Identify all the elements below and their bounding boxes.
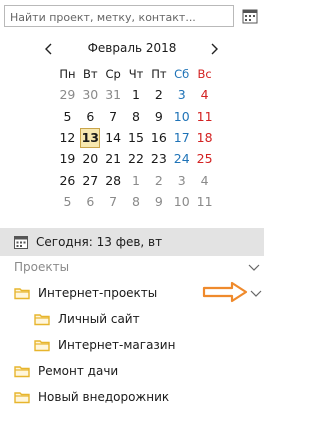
projects-section-header[interactable]: Проекты bbox=[0, 258, 264, 278]
day-cell[interactable]: 22 bbox=[125, 151, 148, 166]
day-cell[interactable]: 7 bbox=[102, 194, 125, 209]
day-cell[interactable]: 30 bbox=[79, 87, 102, 102]
day-cell[interactable]: 10 bbox=[170, 194, 193, 209]
next-month-button[interactable] bbox=[207, 40, 221, 58]
day-cell[interactable]: 3 bbox=[170, 173, 193, 188]
folder-icon bbox=[34, 340, 50, 352]
day-cell[interactable]: 11 bbox=[193, 109, 216, 124]
week-row: 12 13 14 15 16 17 18 bbox=[56, 127, 216, 148]
weekday-header: Пн Вт Ср Чт Пт Сб Вс bbox=[56, 63, 216, 84]
day-cell[interactable]: 4 bbox=[193, 173, 216, 188]
calendar-grid: Пн Вт Ср Чт Пт Сб Вс 29 30 31 1 2 3 4 5 6 7 8 9 10 11… bbox=[56, 63, 216, 212]
chevron-right-icon bbox=[211, 43, 218, 55]
day-cell[interactable]: 2 bbox=[147, 173, 170, 188]
folder-icon bbox=[14, 392, 30, 404]
weekday-label: Вт bbox=[82, 66, 98, 81]
day-cell[interactable]: 5 bbox=[56, 194, 79, 209]
search-input[interactable] bbox=[5, 7, 233, 28]
project-item[interactable]: Интернет-проекты bbox=[14, 282, 157, 304]
day-cell[interactable]: 24 bbox=[170, 151, 193, 166]
weekday-label: Пт bbox=[151, 66, 167, 81]
weekday-label: Чт bbox=[128, 66, 144, 81]
day-cell[interactable]: 13 bbox=[79, 127, 102, 148]
week-row: 29 30 31 1 2 3 4 bbox=[56, 84, 216, 105]
day-cell[interactable]: 10 bbox=[170, 109, 193, 124]
day-cell[interactable]: 8 bbox=[125, 109, 148, 124]
project-label: Интернет-проекты bbox=[38, 286, 158, 300]
folder-icon bbox=[14, 366, 30, 378]
day-cell[interactable]: 9 bbox=[147, 109, 170, 124]
weekday-label: Сб bbox=[174, 66, 190, 81]
previous-month-button[interactable] bbox=[42, 40, 56, 58]
day-cell[interactable]: 20 bbox=[79, 151, 102, 166]
project-item[interactable]: Ремонт дачи bbox=[14, 360, 118, 382]
day-cell[interactable]: 2 bbox=[147, 87, 170, 102]
day-cell[interactable]: 14 bbox=[102, 130, 125, 145]
day-cell[interactable]: 16 bbox=[147, 130, 170, 145]
day-cell[interactable]: 26 bbox=[56, 173, 79, 188]
day-cell[interactable]: 7 bbox=[102, 109, 125, 124]
day-cell[interactable]: 15 bbox=[125, 130, 148, 145]
folder-icon bbox=[14, 288, 30, 300]
day-cell[interactable]: 5 bbox=[56, 109, 79, 124]
week-row: 5 6 7 8 9 10 11 bbox=[56, 106, 216, 127]
section-label: Проекты bbox=[14, 260, 70, 274]
chevron-left-icon bbox=[45, 43, 52, 55]
day-cell[interactable]: 6 bbox=[79, 109, 102, 124]
day-cell[interactable]: 4 bbox=[193, 87, 216, 102]
day-cell[interactable]: 12 bbox=[56, 130, 79, 145]
week-row: 5 6 7 8 9 10 11 bbox=[56, 191, 216, 212]
day-cell[interactable]: 1 bbox=[125, 173, 148, 188]
weekday-label: Вс bbox=[197, 66, 212, 81]
day-cell[interactable]: 21 bbox=[102, 151, 125, 166]
project-label: Ремонт дачи bbox=[38, 364, 119, 378]
day-cell[interactable]: 8 bbox=[125, 194, 148, 209]
folder-icon bbox=[34, 314, 50, 326]
month-navigation: Февраль 2018 bbox=[0, 40, 264, 58]
search-field[interactable] bbox=[4, 5, 234, 28]
arrow-pointer-icon bbox=[202, 281, 248, 303]
day-cell[interactable]: 31 bbox=[102, 87, 125, 102]
calendar-view-button[interactable] bbox=[240, 6, 260, 26]
day-cell[interactable]: 18 bbox=[193, 130, 216, 145]
day-cell[interactable]: 17 bbox=[170, 130, 193, 145]
day-cell[interactable]: 23 bbox=[147, 151, 170, 166]
calendar-icon bbox=[242, 9, 258, 24]
chevron-down-icon[interactable] bbox=[250, 287, 262, 299]
calendar-icon bbox=[14, 236, 28, 249]
project-label: Личный сайт bbox=[58, 312, 140, 326]
project-label: Новый внедорожник bbox=[38, 390, 170, 404]
today-button[interactable]: Сегодня: 13 фев, вт bbox=[0, 228, 264, 256]
chevron-down-icon[interactable] bbox=[248, 261, 260, 273]
month-title: Февраль 2018 bbox=[87, 41, 177, 55]
day-cell[interactable]: 27 bbox=[79, 173, 102, 188]
weekday-label: Ср bbox=[105, 66, 121, 81]
day-cell[interactable]: 3 bbox=[170, 87, 193, 102]
weekday-label: Пн bbox=[59, 66, 76, 81]
week-row: 19 20 21 22 23 24 25 bbox=[56, 148, 216, 169]
day-cell[interactable]: 29 bbox=[56, 87, 79, 102]
week-row: 26 27 28 1 2 3 4 bbox=[56, 169, 216, 190]
project-item[interactable]: Новый внедорожник bbox=[14, 386, 169, 408]
day-cell[interactable]: 6 bbox=[79, 194, 102, 209]
project-item[interactable]: Личный сайт bbox=[34, 308, 140, 330]
day-cell[interactable]: 11 bbox=[193, 194, 216, 209]
today-label: Сегодня: 13 фев, вт bbox=[36, 235, 163, 249]
day-cell[interactable]: 9 bbox=[147, 194, 170, 209]
project-label: Интернет-магазин bbox=[58, 338, 176, 352]
project-item[interactable]: Интернет-магазин bbox=[34, 334, 175, 356]
day-cell[interactable]: 1 bbox=[125, 87, 148, 102]
day-cell[interactable]: 25 bbox=[193, 151, 216, 166]
day-cell[interactable]: 19 bbox=[56, 151, 79, 166]
day-cell[interactable]: 28 bbox=[102, 173, 125, 188]
